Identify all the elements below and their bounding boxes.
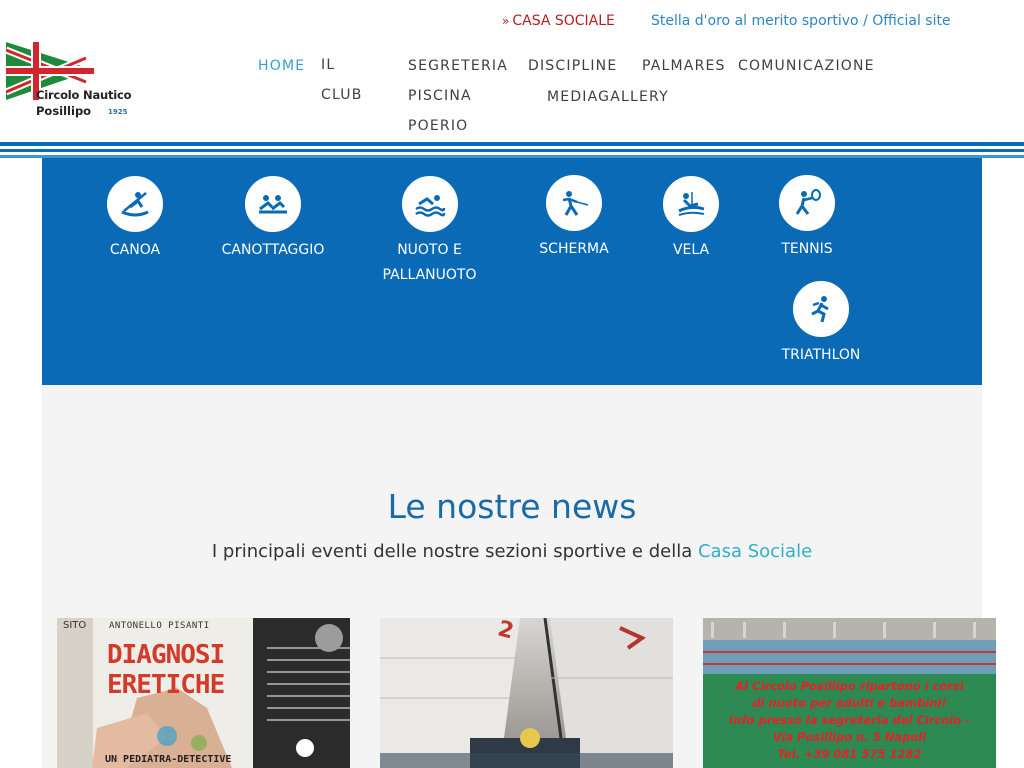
- announcement-line: Tel. +39 081 575 1282: [777, 747, 922, 761]
- swimming-icon: [401, 176, 458, 232]
- nav-il-club-line1[interactable]: IL: [321, 57, 335, 73]
- casa-sociale-label: CASA SOCIALE: [512, 13, 615, 29]
- casa-sociale-inline-link[interactable]: Casa Sociale: [698, 541, 812, 562]
- news-title: Le nostre news: [387, 487, 637, 526]
- book-subtitle: UN PEDIATRA-DETECTIVE: [105, 754, 232, 765]
- logo-name-line2: Posillipo: [36, 104, 92, 118]
- course-announcement: Al Circolo Posillipo ripartono i corsi d…: [703, 678, 996, 763]
- nav-piscina[interactable]: PISCINA: [408, 88, 472, 104]
- book-title-line2: ERETICHE: [107, 670, 225, 700]
- news-subtitle: I principali eventi delle nostre sezioni…: [0, 541, 1024, 562]
- discipline-label: CANOA: [109, 242, 161, 258]
- stella-oro-link[interactable]: Stella d'oro al merito sportivo / Offici…: [651, 13, 951, 29]
- rowing-icon: [245, 176, 301, 232]
- discipline-tennis[interactable]: TENNIS: [774, 175, 840, 262]
- nav-il-club-line2[interactable]: CLUB: [321, 87, 363, 103]
- nav-comunicazione[interactable]: COMUNICAZIONE: [738, 58, 875, 74]
- pool-photo: [703, 618, 996, 674]
- book-title-line1: DIAGNOSI: [107, 640, 225, 670]
- discipline-label: TENNIS: [781, 241, 833, 257]
- disciplines-panel: CANOA CANOTTAGGIO NUOTO E PALLANUOTO SCH…: [42, 158, 982, 385]
- top-links: » CASA SOCIALE Stella d'oro al merito spo…: [0, 13, 1024, 33]
- sailing-icon: [663, 176, 719, 232]
- news-card[interactable]: Al Circolo Posillipo ripartono i corsi d…: [703, 618, 996, 768]
- announcement-line: di nuoto per adulti e bambini!: [752, 696, 947, 710]
- news-subtitle-text: I principali eventi delle nostre sezioni…: [211, 541, 698, 562]
- tennis-icon: [779, 175, 835, 231]
- double-chevron-icon: »: [502, 14, 510, 28]
- club-logo[interactable]: Circolo Nautico Posillipo 1925: [6, 42, 132, 122]
- canoe-icon: [107, 176, 163, 232]
- logo-year: 1925: [108, 108, 128, 116]
- nav-discipline[interactable]: DISCIPLINE: [528, 58, 617, 74]
- discipline-canoa[interactable]: CANOA: [94, 176, 176, 263]
- logo-name-line1: Circolo Nautico: [36, 88, 132, 102]
- discipline-label: TRIATHLON: [781, 347, 861, 363]
- casa-sociale-link[interactable]: » CASA SOCIALE: [502, 13, 615, 29]
- discipline-label: SCHERMA: [539, 241, 609, 257]
- discipline-nuoto-pallanuoto[interactable]: NUOTO E PALLANUOTO: [372, 176, 487, 288]
- discipline-label: NUOTO E PALLANUOTO: [382, 242, 477, 283]
- news-card[interactable]: 2: [380, 618, 673, 768]
- discipline-scherma[interactable]: SCHERMA: [534, 175, 614, 262]
- nav-segreteria[interactable]: SEGRETERIA: [408, 58, 508, 74]
- fencing-icon: [546, 175, 602, 231]
- nav-poerio[interactable]: POERIO: [408, 118, 468, 134]
- news-card[interactable]: SITO ANTONELLO PISANTI DIAGNOSI ERETICHE…: [57, 618, 350, 768]
- discipline-label: VELA: [672, 242, 710, 258]
- running-icon: [793, 281, 849, 337]
- book-author: ANTONELLO PISANTI: [109, 621, 210, 631]
- nav-home[interactable]: HOME: [258, 58, 305, 74]
- discipline-canottaggio[interactable]: CANOTTAGGIO: [218, 176, 328, 263]
- site-header: Circolo Nautico Posillipo 1925 » CASA SOC…: [0, 0, 1024, 142]
- discipline-triathlon[interactable]: TRIATHLON: [776, 281, 866, 368]
- nav-mediagallery[interactable]: MEDIAGALLERY: [547, 89, 669, 105]
- sailing-photo: [380, 618, 673, 768]
- discipline-label: CANOTTAGGIO: [221, 242, 325, 258]
- discipline-vela[interactable]: VELA: [656, 176, 726, 263]
- announcement-line: Info presso la segreteria del Circolo -: [729, 713, 970, 727]
- announcement-line: Al Circolo Posillipo ripartono i corsi: [735, 679, 964, 693]
- nav-palmares[interactable]: PALMARES: [642, 58, 726, 74]
- announcement-line: Via Posillipo n. 5 Napoli: [772, 730, 927, 744]
- book-left-strip: SITO: [63, 620, 87, 631]
